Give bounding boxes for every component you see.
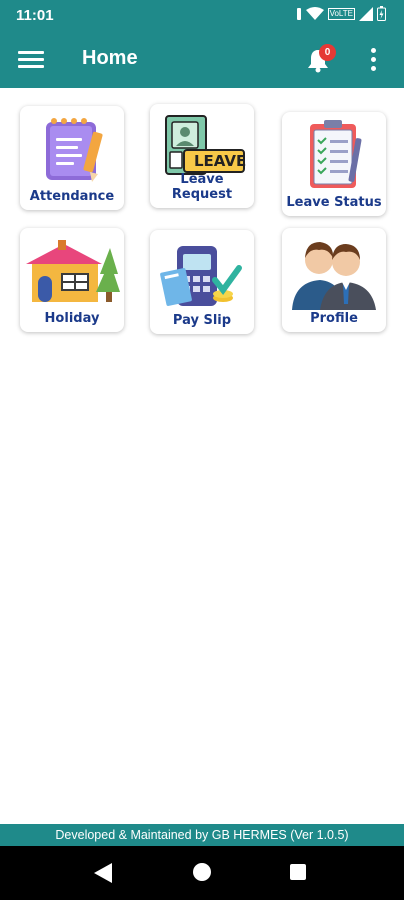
holiday-card[interactable]: Holiday — [20, 228, 124, 332]
notification-button[interactable]: 0 — [306, 44, 336, 74]
payment-terminal-icon — [160, 246, 242, 306]
notepad-icon — [46, 118, 103, 182]
signal-icon — [359, 6, 373, 21]
profile-illustration — [282, 234, 386, 310]
pay-slip-illustration — [150, 236, 254, 312]
leave-request-card[interactable]: LEAVE Leave Request — [150, 104, 254, 208]
app-bar: Home 0 — [0, 32, 404, 88]
status-time: 11:01 — [16, 7, 54, 24]
footer-credit: Developed & Maintained by GB HERMES (Ver… — [0, 824, 404, 846]
vibrate-icon — [296, 7, 301, 20]
holiday-label: Holiday — [44, 311, 100, 326]
leave-request-label: Leave Request — [171, 172, 233, 202]
battery-icon — [377, 6, 386, 21]
attendance-illustration — [20, 112, 124, 188]
house-icon — [26, 240, 120, 302]
people-icon — [292, 242, 376, 310]
pay-slip-card[interactable]: Pay Slip — [150, 230, 254, 334]
system-nav-bar — [0, 846, 404, 900]
wifi-icon — [305, 6, 324, 20]
recent-apps-icon[interactable] — [290, 864, 306, 880]
profile-label: Profile — [310, 311, 358, 326]
back-icon[interactable] — [94, 863, 112, 883]
holiday-illustration — [20, 234, 124, 310]
page-title: Home — [82, 47, 138, 69]
leave-badge-text: LEAVE — [194, 152, 247, 170]
volte-indicator: VoLTE — [327, 7, 355, 20]
hamburger-menu-icon[interactable] — [18, 48, 44, 72]
more-options-icon[interactable] — [366, 46, 380, 74]
leave-status-illustration — [282, 118, 386, 194]
notification-badge: 0 — [319, 44, 336, 61]
attendance-label: Attendance — [29, 189, 115, 204]
attendance-card[interactable]: Attendance — [20, 106, 124, 210]
clipboard-checklist-icon — [310, 120, 362, 188]
status-icons: VoLTE — [296, 6, 386, 21]
home-icon[interactable] — [193, 863, 211, 881]
pay-slip-label: Pay Slip — [172, 313, 232, 328]
leave-status-label: Leave Status — [286, 195, 382, 210]
profile-card[interactable]: Profile — [282, 228, 386, 332]
status-bar: 11:01 VoLTE — [0, 0, 404, 32]
leave-status-card[interactable]: Leave Status — [282, 112, 386, 216]
